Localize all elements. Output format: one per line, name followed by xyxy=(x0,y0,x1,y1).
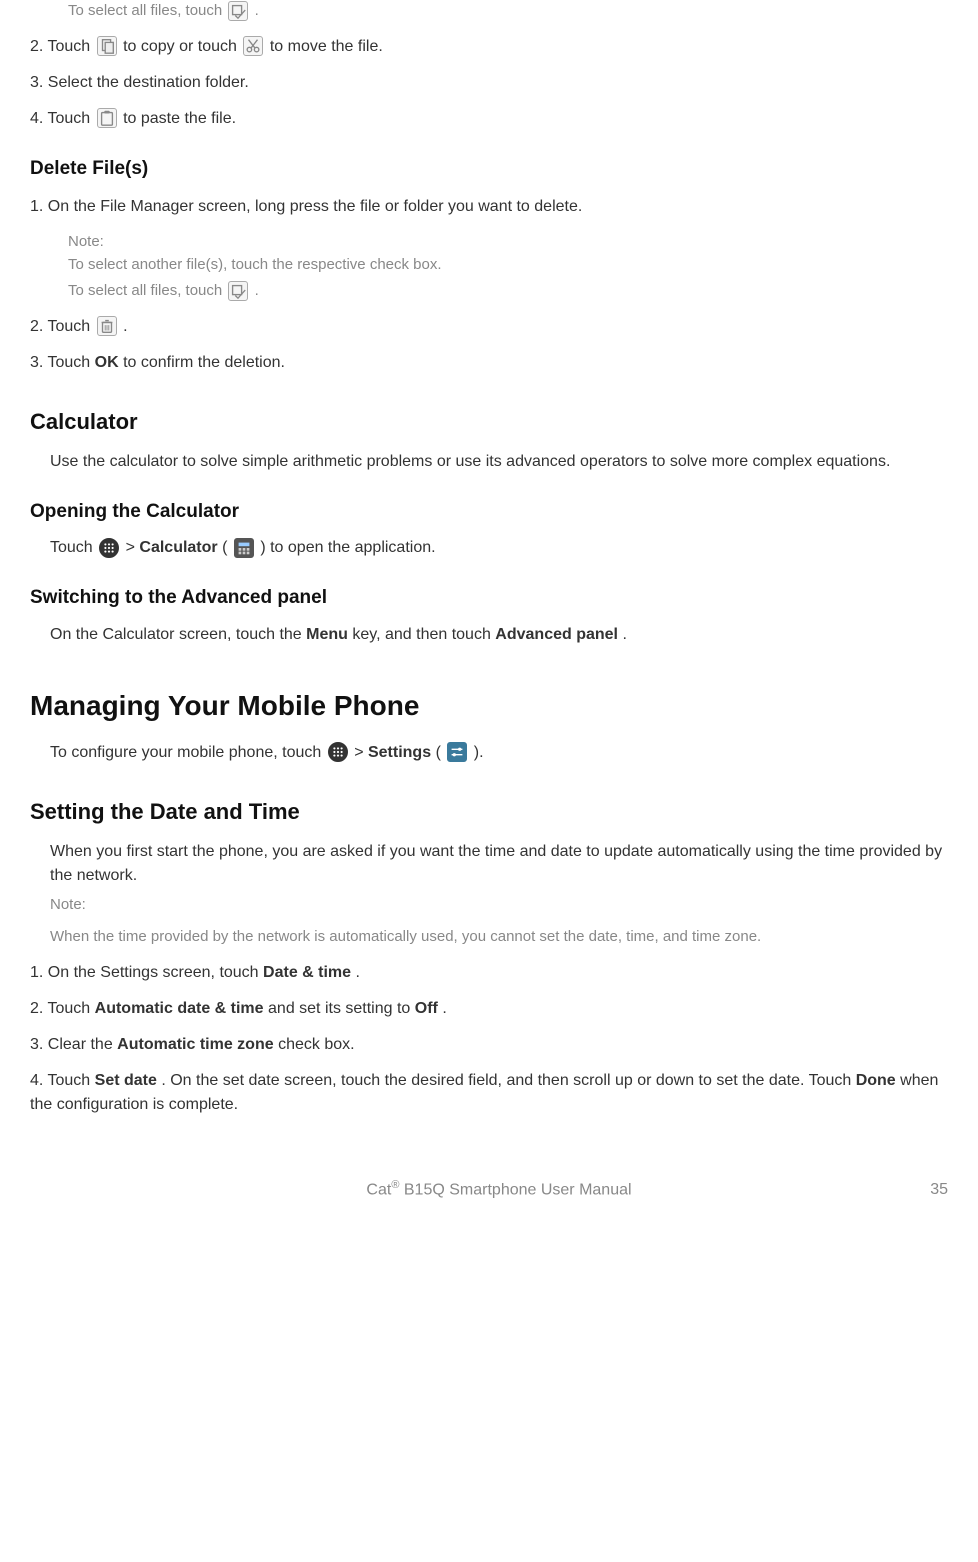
text: 2. Touch xyxy=(30,38,95,55)
calculator-bold: Calculator xyxy=(139,539,217,556)
note-label: Note: xyxy=(50,894,948,917)
text: 3. Touch xyxy=(30,354,95,371)
paste-icon xyxy=(97,108,117,128)
off-bold: Off xyxy=(415,1000,438,1017)
note-body: When the time provided by the network is… xyxy=(50,926,948,949)
delete-step2: 2. Touch . xyxy=(30,315,948,339)
text: 2. Touch xyxy=(30,318,95,335)
text: On the Calculator screen, touch the xyxy=(50,626,306,643)
done-bold: Done xyxy=(856,1072,896,1089)
auto-tz-bold: Automatic time zone xyxy=(117,1036,273,1053)
calculator-intro: Use the calculator to solve simple arith… xyxy=(50,450,948,474)
text: check box. xyxy=(278,1036,354,1053)
text: ) to open the application. xyxy=(260,539,435,556)
text: ( xyxy=(436,744,441,761)
copy-move-step: 2. Touch to copy or touch to move the fi… xyxy=(30,35,948,59)
note-body: To select another file(s), touch the res… xyxy=(68,254,948,277)
text: and set its setting to xyxy=(268,1000,415,1017)
text: . xyxy=(622,626,626,643)
select-all-note: To select all files, touch . xyxy=(68,0,948,23)
text: to move the file. xyxy=(270,38,383,55)
managing-intro: To configure your mobile phone, touch > … xyxy=(50,741,948,765)
text: key, and then touch xyxy=(352,626,495,643)
datetime-heading: Setting the Date and Time xyxy=(30,795,948,828)
delete-step1: 1. On the File Manager screen, long pres… xyxy=(30,195,948,219)
text: To select all files, touch xyxy=(68,282,226,299)
opening-calc-heading: Opening the Calculator xyxy=(30,498,948,527)
text: 3. Clear the xyxy=(30,1036,117,1053)
opening-calc-body: Touch > Calculator ( ) to open the appli… xyxy=(50,536,948,560)
delete-heading: Delete File(s) xyxy=(30,155,948,184)
trash-icon xyxy=(97,316,117,336)
datetime-step1: 1. On the Settings screen, touch Date & … xyxy=(30,961,948,985)
text: Cat xyxy=(366,1181,391,1198)
text: . xyxy=(255,282,259,299)
text: . On the set date screen, touch the desi… xyxy=(161,1072,855,1089)
text: 1. On the Settings screen, touch xyxy=(30,964,263,981)
text: > xyxy=(126,539,140,556)
datetime-intro: When you first start the phone, you are … xyxy=(50,840,948,888)
text: to copy or touch xyxy=(123,38,241,55)
paste-step: 4. Touch to paste the file. xyxy=(30,107,948,131)
note-body2: To select all files, touch . xyxy=(68,280,948,303)
page-footer: Cat® B15Q Smartphone User Manual 35 xyxy=(30,1177,948,1202)
managing-heading: Managing Your Mobile Phone xyxy=(30,685,948,727)
page-number: 35 xyxy=(908,1178,948,1202)
advanced-body: On the Calculator screen, touch the Menu… xyxy=(50,623,948,647)
text: to paste the file. xyxy=(123,110,236,127)
settings-icon xyxy=(447,742,467,762)
calculator-icon xyxy=(234,538,254,558)
advanced-heading: Switching to the Advanced panel xyxy=(30,584,948,613)
select-all-icon xyxy=(228,1,248,21)
text: ( xyxy=(222,539,227,556)
datetime-step4: 4. Touch Set date . On the set date scre… xyxy=(30,1069,948,1117)
note-label: Note: xyxy=(68,231,948,254)
text: 2. Touch xyxy=(30,1000,95,1017)
copy-icon xyxy=(97,36,117,56)
auto-dt-bold: Automatic date & time xyxy=(95,1000,264,1017)
date-time-bold: Date & time xyxy=(263,964,351,981)
cut-icon xyxy=(243,36,263,56)
text: . xyxy=(442,1000,446,1017)
text: To select all files, touch xyxy=(68,2,226,19)
select-dest-step: 3. Select the destination folder. xyxy=(30,71,948,95)
select-all-icon xyxy=(228,281,248,301)
text: > xyxy=(354,744,368,761)
menu-bold: Menu xyxy=(306,626,348,643)
footer-title: Cat® B15Q Smartphone User Manual xyxy=(30,1177,908,1202)
text: . xyxy=(123,318,127,335)
text: B15Q Smartphone User Manual xyxy=(399,1181,631,1198)
apps-icon xyxy=(328,742,348,762)
text: Touch xyxy=(50,539,97,556)
datetime-step2: 2. Touch Automatic date & time and set i… xyxy=(30,997,948,1021)
ok-bold: OK xyxy=(95,354,119,371)
apps-icon xyxy=(99,538,119,558)
text: To configure your mobile phone, touch xyxy=(50,744,326,761)
settings-bold: Settings xyxy=(368,744,431,761)
set-date-bold: Set date xyxy=(95,1072,157,1089)
advanced-panel-bold: Advanced panel xyxy=(495,626,618,643)
calculator-heading: Calculator xyxy=(30,405,948,438)
delete-step3: 3. Touch OK to confirm the deletion. xyxy=(30,351,948,375)
datetime-step3: 3. Clear the Automatic time zone check b… xyxy=(30,1033,948,1057)
text: . xyxy=(255,2,259,19)
text: 4. Touch xyxy=(30,110,95,127)
text: to confirm the deletion. xyxy=(123,354,285,371)
text: 4. Touch xyxy=(30,1072,95,1089)
text: . xyxy=(356,964,360,981)
text: ). xyxy=(474,744,484,761)
